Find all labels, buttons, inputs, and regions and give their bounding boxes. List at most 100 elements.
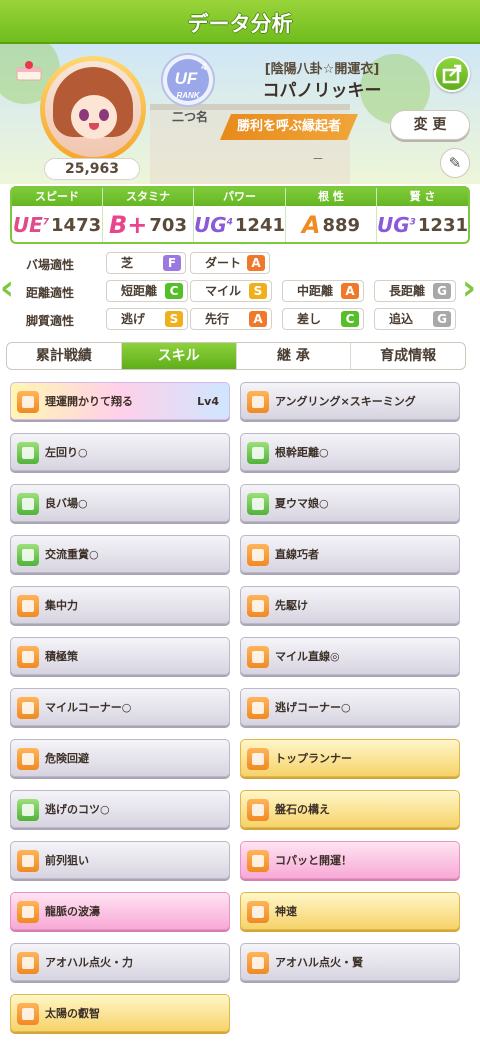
skill-item[interactable]: 良バ場○ xyxy=(10,484,230,522)
share-button[interactable] xyxy=(434,56,470,92)
skill-item[interactable]: 龍脈の波濤 xyxy=(10,892,230,930)
character-name: コパノリッキー xyxy=(262,81,382,101)
skill-item[interactable]: 盤石の構え xyxy=(240,790,460,828)
skill-name: 盤石の構え xyxy=(275,803,330,816)
tab-3[interactable]: 育成情報 xyxy=(351,343,465,369)
aptitude-panel: バ場適性 芝 F ダート A 距離適性 短距離 C マイル S 中距離 A 長距離 G 脚質適性 逃げ S 先行 A… xyxy=(0,248,480,336)
character-avatar[interactable] xyxy=(40,56,146,162)
skill-name: 危険回避 xyxy=(45,752,89,765)
skill-item[interactable]: 左回り○ xyxy=(10,433,230,471)
svg-text:UF: UF xyxy=(175,69,198,88)
outfit-name: [陰陽八卦☆開運衣] xyxy=(264,62,380,77)
aptitude-chip: 差し C xyxy=(282,308,364,330)
tab-0[interactable]: 累計戦績 xyxy=(7,343,122,369)
skill-item[interactable]: コパッと開運！ xyxy=(240,841,460,879)
aptitude-chip: ダート A xyxy=(190,252,270,274)
skill-icon xyxy=(247,544,269,566)
skill-name: コパッと開運！ xyxy=(275,854,352,867)
skill-item[interactable]: 先駆け xyxy=(240,586,460,624)
change-button[interactable]: 変 更 xyxy=(390,110,470,140)
skill-name: 根幹距離○ xyxy=(275,446,329,459)
stat-0: スピード UE7 1473 xyxy=(12,188,103,242)
stat-grade: B+ xyxy=(108,211,148,239)
skill-item[interactable]: 集中力 xyxy=(10,586,230,624)
tab-1[interactable]: スキル xyxy=(121,343,237,369)
cake-icon xyxy=(16,61,42,81)
tab-2[interactable]: 継 承 xyxy=(237,343,352,369)
stat-value: 1473 xyxy=(51,214,102,236)
skill-item[interactable]: 積極策 xyxy=(10,637,230,675)
stat-grade: UE7 xyxy=(12,213,50,237)
skill-name: 神速 xyxy=(275,905,297,918)
skill-icon xyxy=(247,748,269,770)
skill-name: 太陽の叡智 xyxy=(45,1007,100,1020)
skill-name: 積極策 xyxy=(45,650,78,663)
pencil-icon: ✎ xyxy=(448,154,462,172)
aptitude-chip: 芝F xyxy=(106,252,186,274)
skill-icon xyxy=(247,697,269,719)
skill-item[interactable]: 前列狙い xyxy=(10,841,230,879)
skill-icon xyxy=(247,799,269,821)
skill-icon xyxy=(17,646,39,668)
skill-name: アングリング×スキーミング xyxy=(275,395,416,408)
skill-icon xyxy=(17,952,39,974)
svg-text:RANK: RANK xyxy=(176,91,200,100)
title-badge: 勝利を呼ぶ縁起者 xyxy=(220,114,358,140)
aptitude-chip: 逃げ S xyxy=(106,308,188,330)
skill-name: 良バ場○ xyxy=(45,497,88,510)
edit-button[interactable]: ✎ xyxy=(440,148,470,178)
stat-value: 889 xyxy=(322,214,361,236)
skill-item[interactable]: 神速 xyxy=(240,892,460,930)
skill-level: Lv4 xyxy=(197,395,219,408)
skill-name: アオハル点火・賢 xyxy=(275,956,363,969)
skill-icon xyxy=(17,697,39,719)
skill-item[interactable]: アオハル点火・力 xyxy=(10,943,230,981)
aptitude-chip: 追込 G xyxy=(374,308,456,330)
share-icon xyxy=(442,64,462,84)
aptitude-chip: 中距離 A xyxy=(282,280,364,302)
skill-item[interactable]: トップランナー xyxy=(240,739,460,777)
skill-item[interactable]: 太陽の叡智 xyxy=(10,994,230,1032)
stat-value: 1241 xyxy=(234,214,285,236)
skill-icon xyxy=(17,544,39,566)
skill-item[interactable]: 逃げコーナー○ xyxy=(240,688,460,726)
aptitude-chip: 長距離 G xyxy=(374,280,456,302)
skill-item[interactable]: 夏ウマ娘○ xyxy=(240,484,460,522)
placeholder-dash: － xyxy=(312,152,325,166)
skill-item[interactable]: アングリング×スキーミング xyxy=(240,382,460,420)
skill-name: 夏ウマ娘○ xyxy=(275,497,329,510)
skill-item[interactable]: アオハル点火・賢 xyxy=(240,943,460,981)
header-bar: データ分析 xyxy=(0,0,480,44)
skill-icon xyxy=(17,391,39,413)
svg-text:4: 4 xyxy=(201,62,207,73)
skill-name: 逃げのコツ○ xyxy=(45,803,110,816)
skill-name: マイル直線◎ xyxy=(275,650,340,663)
skill-item[interactable]: マイル直線◎ xyxy=(240,637,460,675)
skill-icon xyxy=(17,850,39,872)
skill-item[interactable]: 根幹距離○ xyxy=(240,433,460,471)
skill-icon xyxy=(17,595,39,617)
skill-name: 逃げコーナー○ xyxy=(275,701,351,714)
skill-item[interactable]: 直線巧者 xyxy=(240,535,460,573)
stat-1: スタミナ B+ 703 xyxy=(102,188,194,242)
stat-label: パワー xyxy=(193,188,285,206)
skill-item[interactable]: 逃げのコツ○ xyxy=(10,790,230,828)
stat-grade: UG3 xyxy=(376,213,416,237)
aptitude-row-label: 距離適性 xyxy=(26,285,75,300)
tab-bar: 累計戦績 スキル継 承育成情報 xyxy=(6,342,466,370)
skill-item[interactable]: 交流重賞○ xyxy=(10,535,230,573)
skill-item[interactable]: 理運開かりて翔る Lv4 xyxy=(10,382,230,420)
skill-item[interactable]: マイルコーナー○ xyxy=(10,688,230,726)
evaluation-score: 25,963 xyxy=(44,158,140,180)
aptitude-chip: マイル S xyxy=(190,280,272,302)
skill-name: トップランナー xyxy=(275,752,352,765)
skill-name: 先駆け xyxy=(275,599,308,612)
page-title: データ分析 xyxy=(187,12,293,36)
skill-item[interactable]: 危険回避 xyxy=(10,739,230,777)
skill-name: 直線巧者 xyxy=(275,548,319,561)
stat-label: スタミナ xyxy=(102,188,193,206)
skill-icon xyxy=(17,748,39,770)
stat-grade: UG4 xyxy=(193,213,233,237)
skill-name: 龍脈の波濤 xyxy=(45,905,100,918)
skill-icon xyxy=(247,493,269,515)
